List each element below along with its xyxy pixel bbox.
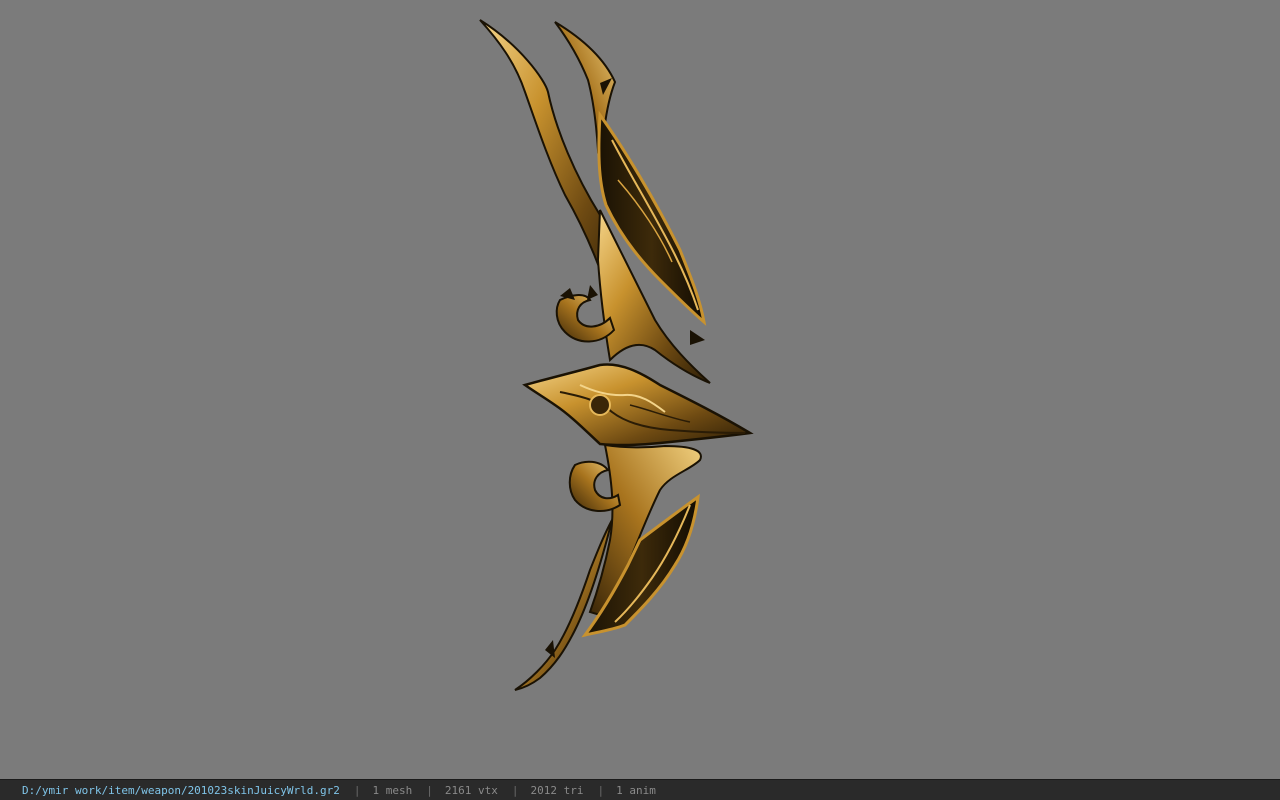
bow-model[interactable] (0, 0, 1280, 779)
mesh-count: 1 mesh (372, 783, 413, 797)
triangle-count: 2012 tri (530, 783, 584, 797)
separator: | (353, 783, 361, 797)
file-path: D:/ymir work/item/weapon/201023skinJuicy… (22, 783, 340, 797)
model-viewport[interactable] (0, 0, 1280, 779)
separator: | (511, 783, 519, 797)
separator: | (426, 783, 433, 797)
status-bar: D:/ymir work/item/weapon/201023skinJuicy… (0, 779, 1280, 800)
separator: | (597, 783, 605, 797)
animation-count: 1 anim (616, 783, 656, 797)
vertex-count: 2161 vtx (444, 783, 498, 797)
